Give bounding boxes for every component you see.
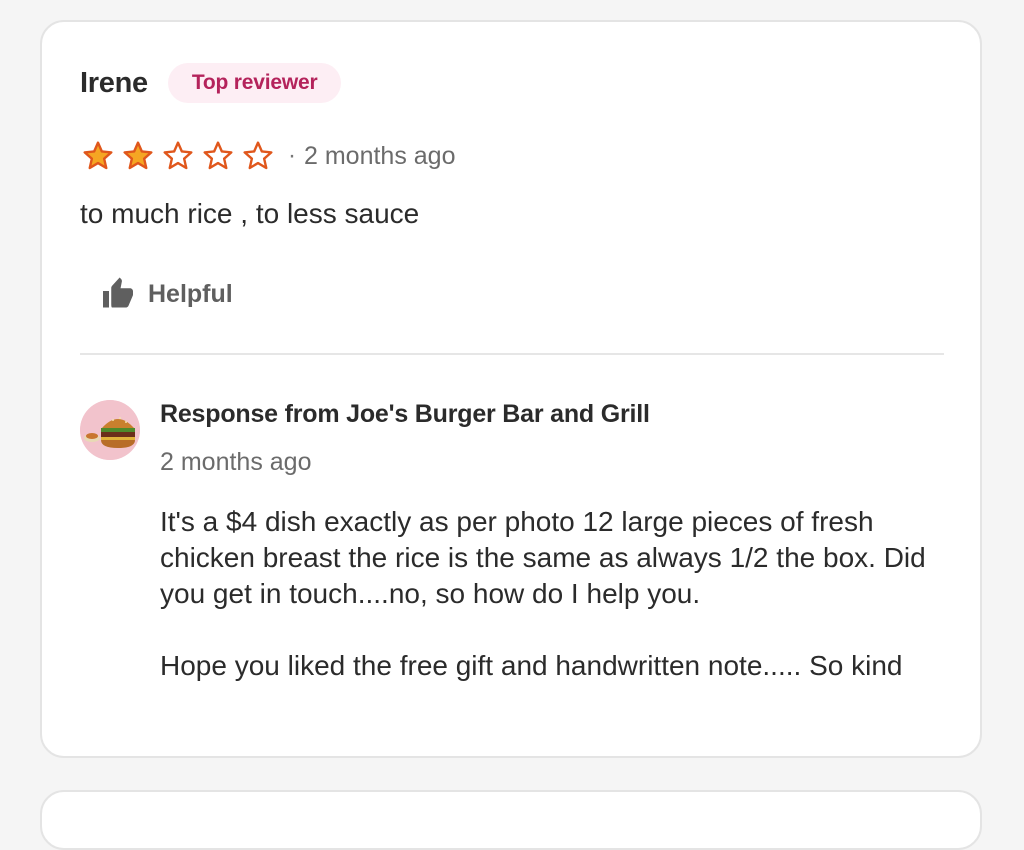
- business-avatar: [80, 400, 140, 460]
- burger-photo-icon: [80, 400, 140, 460]
- star-filled-icon: [83, 141, 113, 170]
- star-empty-icon: [243, 141, 273, 170]
- review-text: to much rice , to less sauce: [80, 198, 420, 229]
- review-card: Irene Top reviewer · 2 months ago to muc…: [40, 20, 982, 758]
- response-title: Response from Joe's Burger Bar and Grill: [160, 400, 650, 428]
- rating-row: · 2 months ago: [82, 136, 456, 176]
- review-date: 2 months ago: [304, 141, 456, 170]
- reviewer-header: Irene Top reviewer: [80, 62, 342, 104]
- helpful-button[interactable]: Helpful: [100, 274, 233, 314]
- star-rating: [82, 140, 282, 172]
- response-paragraph-2: Hope you liked the free gift and handwri…: [160, 650, 903, 681]
- star-empty-icon: [163, 141, 193, 170]
- response-text: It's a $4 dish exactly as per photo 12 l…: [160, 504, 950, 684]
- helpful-label: Helpful: [148, 279, 233, 308]
- next-review-card: [40, 790, 982, 850]
- response-paragraph-1: It's a $4 dish exactly as per photo 12 l…: [160, 506, 926, 609]
- reviewer-name[interactable]: Irene: [80, 67, 148, 100]
- separator-dot: ·: [288, 142, 296, 169]
- star-filled-icon: [123, 141, 153, 170]
- star-empty-icon: [203, 141, 233, 170]
- divider: [80, 353, 944, 355]
- thumbs-up-icon: [103, 277, 133, 308]
- response-date: 2 months ago: [160, 448, 312, 476]
- top-reviewer-badge: Top reviewer: [167, 63, 342, 103]
